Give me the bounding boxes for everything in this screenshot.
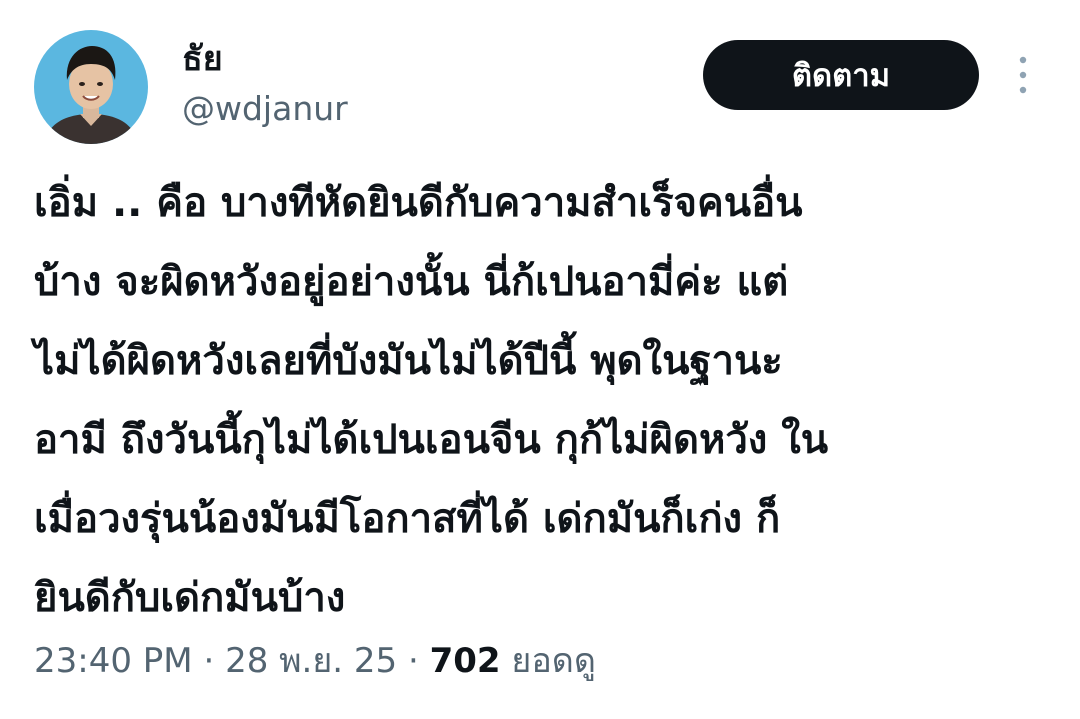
- tweet-line: ยินดีกับเด่กมันบ้าง: [34, 575, 346, 621]
- tweet-line: เอิ่ม .. คือ บางทีหัดยินดีกับความสำเร็จค…: [34, 180, 803, 226]
- vertical-ellipsis-icon: [1019, 56, 1027, 94]
- tweet-line: เมื่อวงรุ่นน้องมันมีโอกาสที่ได้ เด่กมันก…: [34, 496, 781, 542]
- follow-button[interactable]: ติดตาม: [703, 40, 979, 110]
- tweet-date[interactable]: 28 พ.ย. 25: [225, 641, 397, 681]
- tweet-line: บ้าง จะผิดหวังอยู่อย่างนั้น นี่ก้เปนอามี…: [34, 259, 789, 305]
- views-label: ยอดดู: [511, 641, 596, 681]
- tweet-line: ไม่ได้ผิดหวังเลยที่บังมันไม่ได้ปีนี้ พุด…: [34, 338, 783, 384]
- avatar[interactable]: [34, 30, 148, 144]
- tweet-text: เอิ่ม .. คือ บางทีหัดยินดีกับความสำเร็จค…: [34, 164, 1054, 638]
- tweet-time[interactable]: 23:40 PM: [34, 641, 193, 681]
- meta-separator: ·: [203, 641, 215, 681]
- tweet-metadata: 23:40 PM · 28 พ.ย. 25 · 702 ยอดดู: [34, 636, 596, 686]
- views-count: 702: [429, 641, 501, 681]
- tweet-line: อามี ถึงวันนี้กุไม่ได้เปนเอนจีน กุก้ไม่ผ…: [34, 417, 829, 463]
- more-options-button[interactable]: [1006, 55, 1040, 95]
- follow-button-label: ติดตาม: [791, 58, 891, 94]
- display-name[interactable]: ธัย: [182, 34, 223, 84]
- user-handle[interactable]: @wdjanur: [182, 86, 348, 132]
- avatar-photo: [34, 30, 148, 144]
- meta-separator: ·: [407, 641, 419, 681]
